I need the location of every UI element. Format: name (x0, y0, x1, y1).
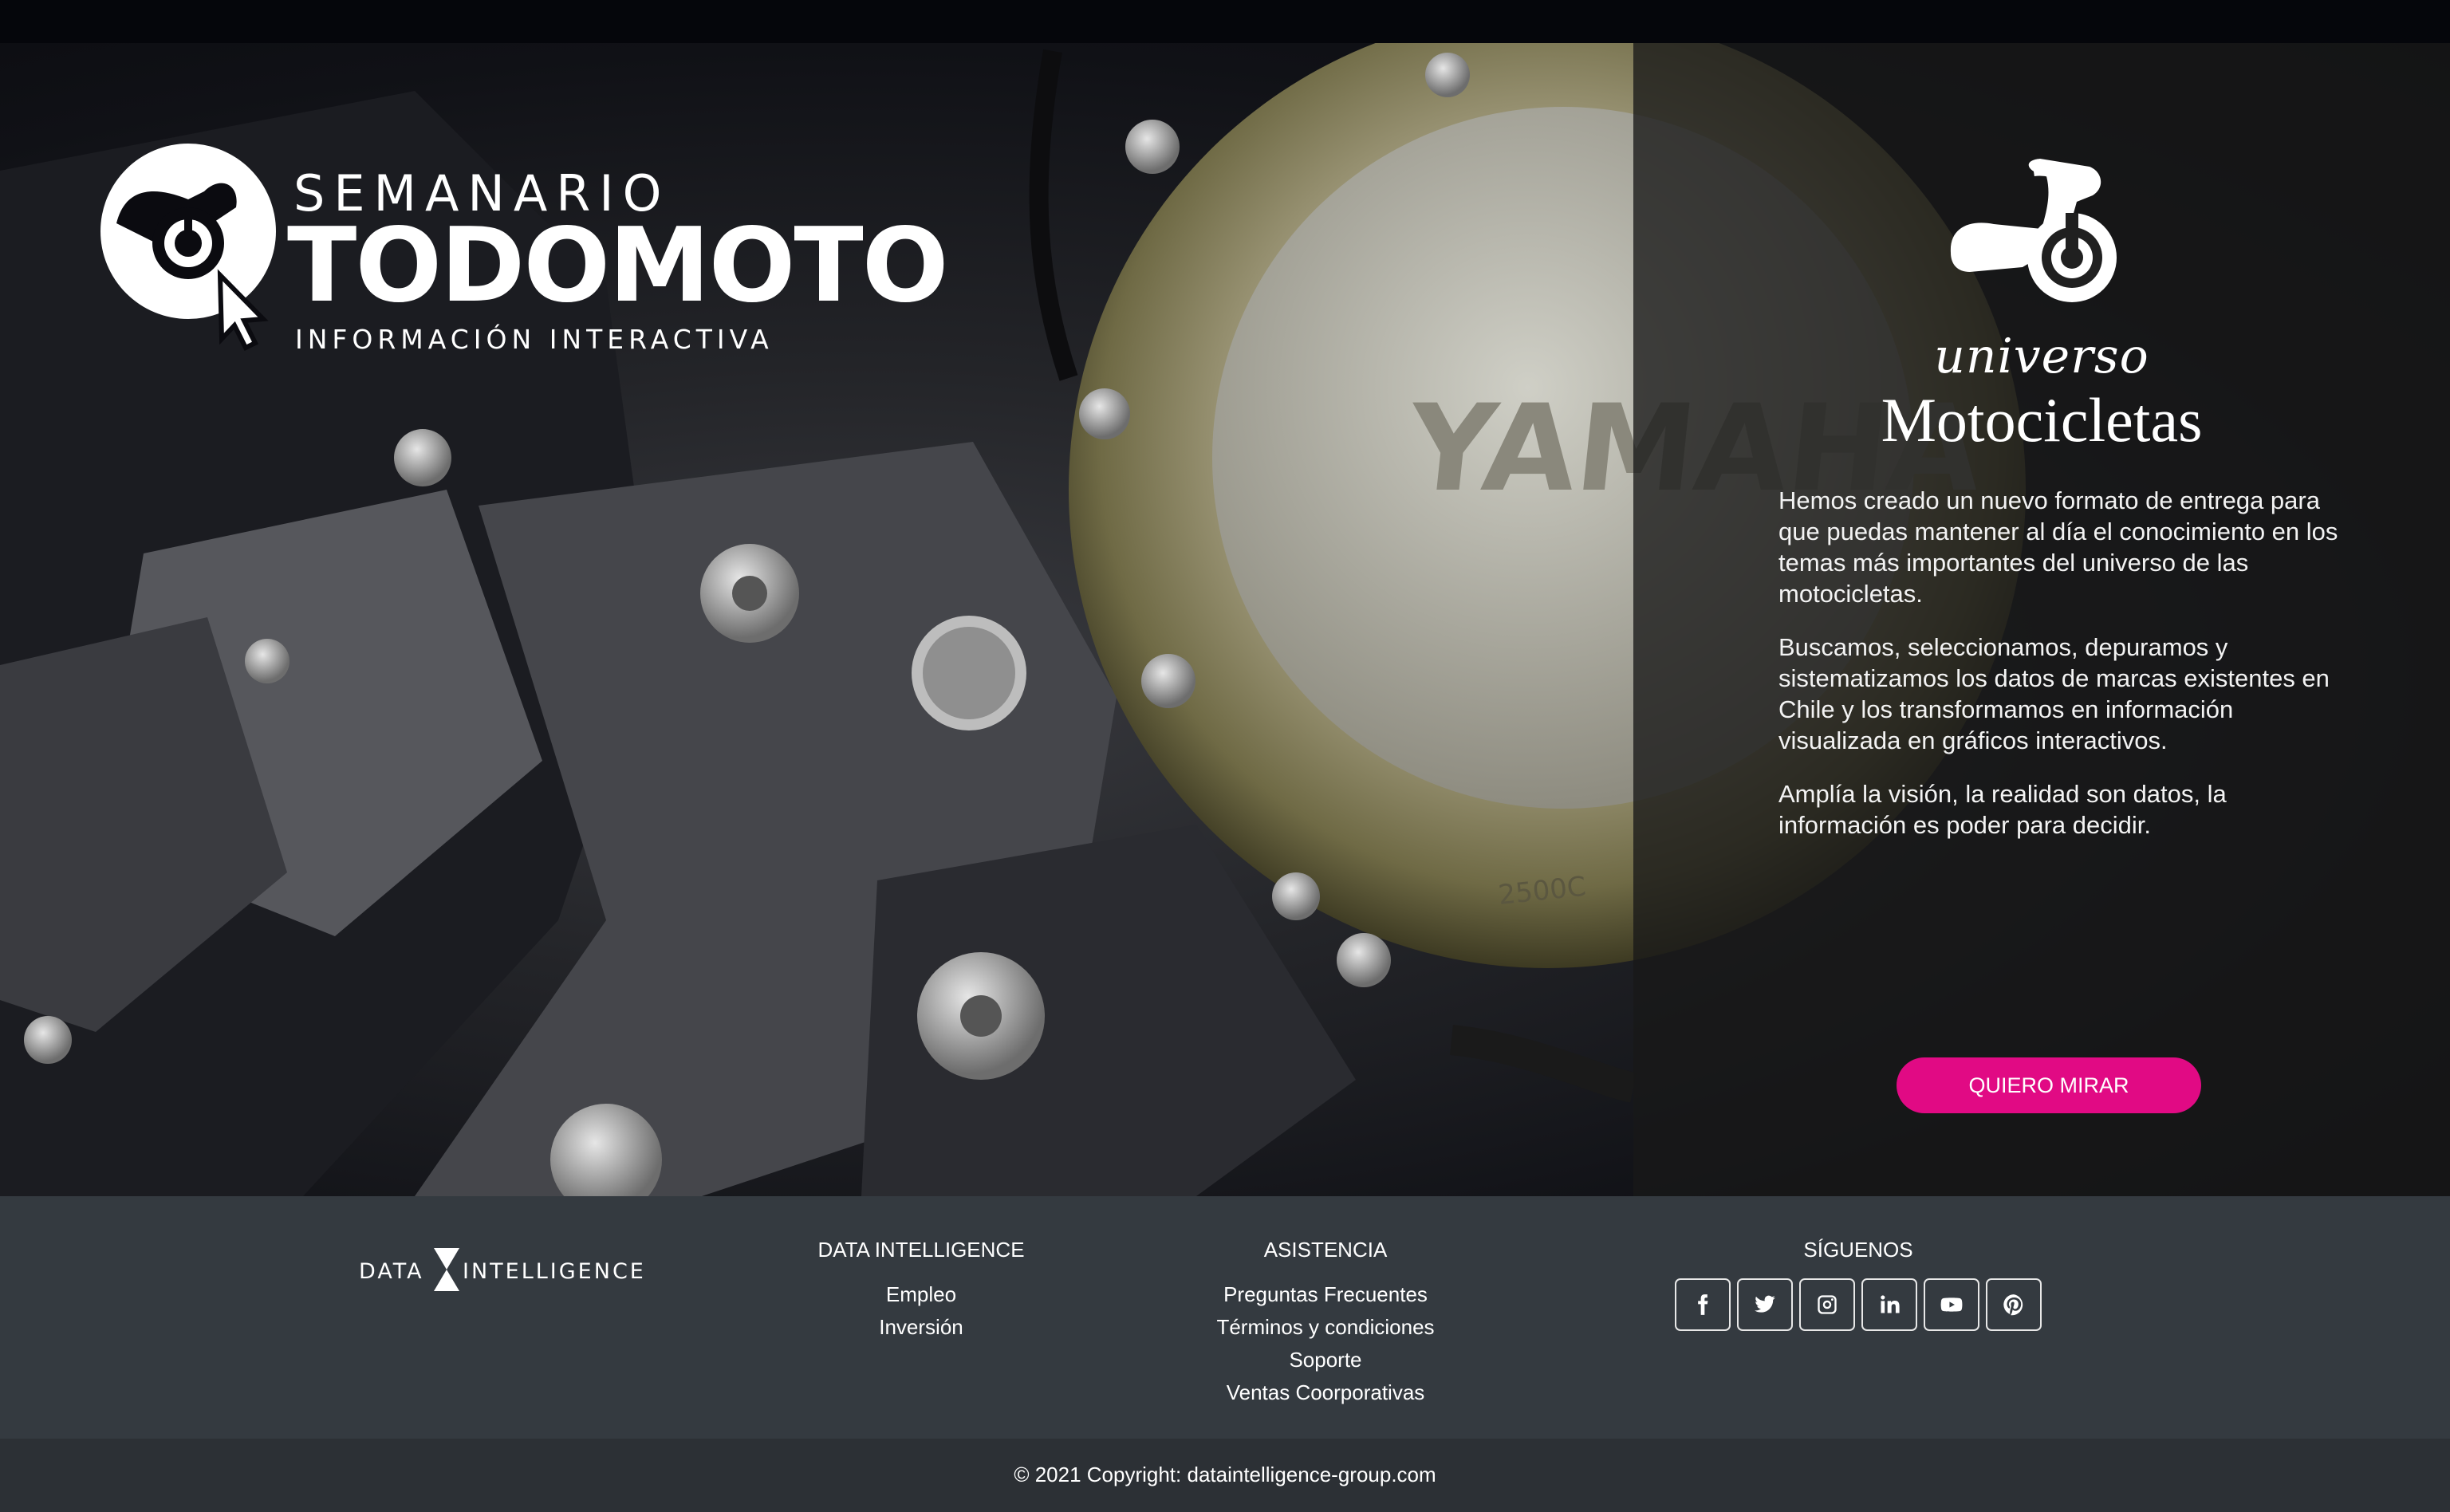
svg-text:DATA: DATA (359, 1259, 424, 1284)
footer-link-soporte[interactable]: Soporte (1180, 1344, 1471, 1376)
footer-heading-data-intelligence: DATA INTELLIGENCE (817, 1238, 1025, 1262)
pinterest-button[interactable] (1986, 1278, 2042, 1331)
facebook-button[interactable] (1675, 1278, 1731, 1331)
footer-link-inversion[interactable]: Inversión (798, 1311, 1045, 1344)
description-paragraph-2: Buscamos, seleccionamos, depuramos y sis… (1778, 633, 2330, 754)
description-paragraph-1: Hemos creado un nuevo formato de entrega… (1778, 486, 2338, 608)
footer-col-data-intelligence: DATA INTELLIGENCE Empleo Inversión (798, 1238, 1045, 1344)
footer-link-empleo[interactable]: Empleo (798, 1278, 1045, 1311)
quiero-mirar-button[interactable]: QUIERO MIRAR (1897, 1057, 2201, 1113)
copyright-text: © 2021 Copyright: dataintelligence-group… (1014, 1463, 1436, 1486)
footer-heading-siguenos: SÍGUENOS (1803, 1238, 1913, 1262)
pinterest-icon (2003, 1294, 2023, 1316)
footer-col-asistencia: ASISTENCIA Preguntas Frecuentes Términos… (1180, 1238, 1471, 1409)
footer-link-terminos[interactable]: Términos y condiciones (1180, 1311, 1471, 1344)
twitter-icon (1755, 1295, 1775, 1313)
linkedin-button[interactable] (1861, 1278, 1917, 1331)
data-intelligence-logo[interactable]: DATA INTELLIGENCE (359, 1248, 674, 1291)
linkedin-icon (1881, 1295, 1900, 1313)
logo-emblem-icon (100, 144, 276, 351)
youtube-button[interactable] (1924, 1278, 1979, 1331)
social-links (1643, 1278, 2074, 1331)
svg-text:INTELLIGENCE: INTELLIGENCE (463, 1259, 646, 1284)
footer-col-siguenos: SÍGUENOS (1643, 1238, 2074, 1331)
panel-description: Hemos creado un nuevo formato de entrega… (1778, 485, 2353, 863)
facebook-icon (1698, 1294, 1708, 1315)
top-bar (0, 0, 2450, 43)
motorcycle-icon (1950, 159, 2117, 302)
instagram-icon (1818, 1295, 1837, 1314)
logo-tagline: INFORMACIÓN INTERACTIVA (295, 324, 774, 355)
todomoto-logo[interactable]: SEMANARIO TODOMOTO INFORMACIÓN INTERACTI… (100, 136, 948, 367)
footer-link-preguntas[interactable]: Preguntas Frecuentes (1180, 1278, 1471, 1311)
footer-heading-asistencia: ASISTENCIA (1263, 1238, 1388, 1262)
logo-todomoto: TODOMOTO (287, 207, 948, 325)
description-paragraph-3: Amplía la visión, la realidad son datos,… (1778, 780, 2227, 839)
instagram-button[interactable] (1799, 1278, 1855, 1331)
universo-label: universo (1934, 329, 2149, 384)
footer-link-ventas[interactable]: Ventas Coorporativas (1180, 1376, 1471, 1409)
youtube-icon (1940, 1297, 1963, 1312)
panel-title: Motocicletas (1881, 385, 2203, 455)
twitter-button[interactable] (1737, 1278, 1793, 1331)
